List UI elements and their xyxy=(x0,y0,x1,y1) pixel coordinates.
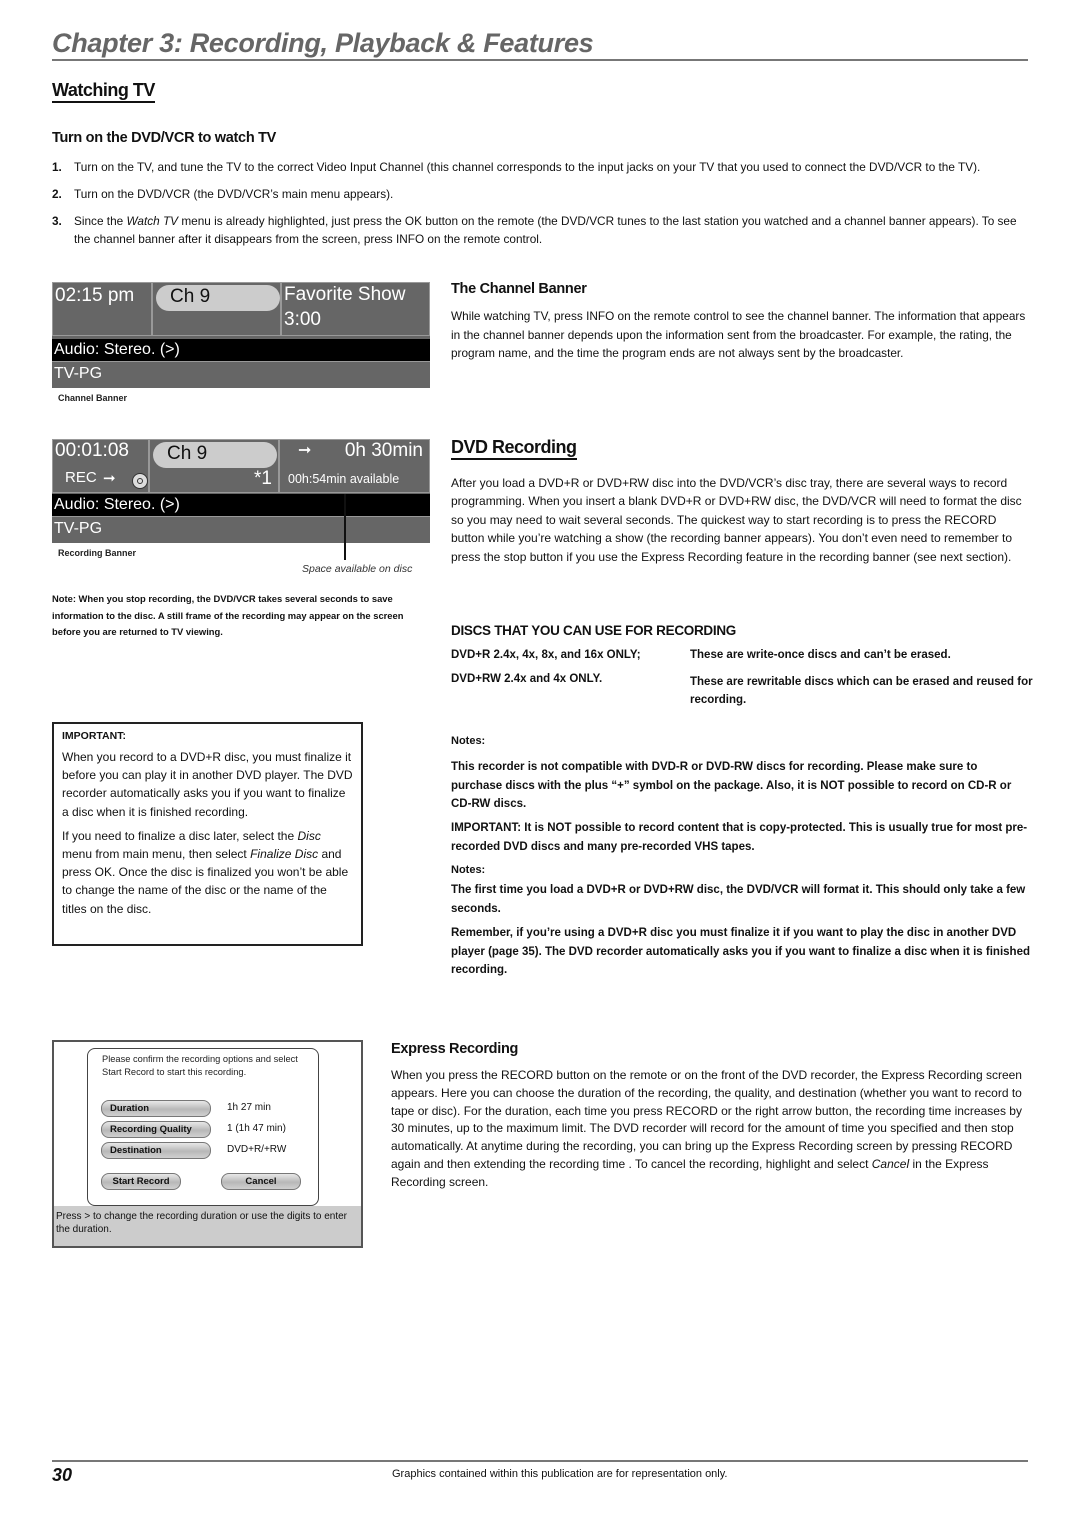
watching-tv-heading-text: Watching TV xyxy=(52,80,155,103)
start-record-button[interactable]: Start Record xyxy=(101,1173,181,1190)
channel-pill: Ch 9 xyxy=(156,285,280,311)
disc-type: DVD+R 2.4x, 4x, 8x, and 16x ONLY; xyxy=(451,649,641,661)
important-p2-finalize: Finalize Disc xyxy=(250,847,319,862)
rec-marker: *1 xyxy=(254,468,272,489)
express-prompt: Please confirm the recording options and… xyxy=(102,1054,298,1077)
time-cell: 02:15 pm xyxy=(52,282,152,336)
steps-list: 1. Turn on the TV, and tune the TV to th… xyxy=(52,158,1027,257)
recording-banner-graphic: 00:01:08 REC ➞ Ch 9 *1 ➞ 0h 30min 00h:54… xyxy=(52,439,430,543)
recording-quality-button[interactable]: Recording Quality xyxy=(101,1121,211,1138)
step-2: 2. Turn on the DVD/VCR (the DVD/VCR’s ma… xyxy=(52,185,1027,203)
rec-banner-rating: TV-PG xyxy=(52,516,430,542)
step-number: 1. xyxy=(52,160,62,174)
elapsed-cell: 00:01:08 REC ➞ xyxy=(52,439,149,493)
banner-time: 02:15 pm xyxy=(55,285,135,306)
express-body-cancel: Cancel xyxy=(871,1156,910,1171)
destination-button[interactable]: Destination xyxy=(101,1142,211,1159)
disc-desc: These are write-once discs and can’t be … xyxy=(690,649,951,661)
important-box: IMPORTANT: When you record to a DVD+R di… xyxy=(52,722,363,946)
footer-rule xyxy=(52,1460,1028,1462)
important-p1: When you record to a DVD+R disc, you mus… xyxy=(62,750,353,819)
disc-row: DVD+RW 2.4x and 4x ONLY. These are rewri… xyxy=(451,673,1036,713)
express-dialog: Please confirm the recording options and… xyxy=(87,1048,319,1206)
notes-label-2: Notes: xyxy=(451,864,486,876)
disc-icon xyxy=(132,473,148,489)
step-3: 3. Since the Watch TV menu is already hi… xyxy=(52,212,1027,248)
rec-channel-cell: Ch 9 *1 xyxy=(149,439,279,493)
recording-note: Note: When you stop recording, the DVD/V… xyxy=(52,593,404,637)
important-p2: If you need to finalize a disc later, se… xyxy=(62,827,353,918)
note-compat: This recorder is not compatible with DVD… xyxy=(451,761,1012,810)
callout-line xyxy=(344,494,346,560)
important-p2-a: If you need to finalize a disc later, se… xyxy=(62,828,298,843)
notes-label-1: Notes: xyxy=(451,735,486,747)
express-recording-screen: Please confirm the recording options and… xyxy=(52,1040,363,1248)
banner-end-time: 3:00 xyxy=(284,309,321,330)
discs-heading: DISCS THAT YOU CAN USE FOR RECORDING xyxy=(451,623,736,638)
discs-table: DVD+R 2.4x, 4x, 8x, and 16x ONLY; These … xyxy=(451,649,1036,713)
step-text-a: Since the xyxy=(74,214,127,228)
banner-rating: TV-PG xyxy=(52,361,430,387)
disc-row: DVD+R 2.4x, 4x, 8x, and 16x ONLY; These … xyxy=(451,649,1036,673)
watching-tv-heading: Watching TV xyxy=(52,80,155,103)
duration-button[interactable]: Duration xyxy=(101,1100,211,1117)
banner-elapsed: 00:01:08 xyxy=(55,440,129,461)
express-body-a: When you press the RECORD button on the … xyxy=(391,1068,1022,1171)
program-cell: Favorite Show 3:00 xyxy=(281,282,430,336)
express-footer-hint: Press > to change the recording duration… xyxy=(54,1206,361,1246)
duration-cell: ➞ 0h 30min 00h:54min available xyxy=(279,439,430,493)
channel-banner-body: While watching TV, press INFO on the rem… xyxy=(451,309,1026,360)
rec-available: 00h:54min available xyxy=(288,472,400,486)
arrow-right-icon: ➞ xyxy=(103,470,116,487)
page-number: 30 xyxy=(52,1465,73,1485)
destination-value: DVD+R/+RW xyxy=(227,1144,287,1155)
step-number: 3. xyxy=(52,214,62,228)
important-p2-b: menu from main menu, then select xyxy=(62,847,251,862)
channel-banner-graphic: 02:15 pm Ch 9 Favorite Show 3:00 Audio: … xyxy=(52,282,430,388)
disc-desc: These are rewritable discs which can be … xyxy=(690,676,1033,706)
channel-banner-heading: The Channel Banner xyxy=(451,281,587,297)
dvd-recording-heading-text: DVD Recording xyxy=(451,437,577,460)
important-p2-disc: Disc xyxy=(297,828,321,843)
banner-program: Favorite Show xyxy=(284,284,406,305)
note-finalize: Remember, if you’re using a DVD+R disc y… xyxy=(451,927,1030,976)
rec-banner-audio: Audio: Stereo. (>) xyxy=(52,494,430,516)
note-format: The first time you load a DVD+R or DVD+R… xyxy=(451,884,1026,915)
chapter-rule xyxy=(52,59,1028,61)
banner-rec-label: REC xyxy=(65,469,97,486)
channel-pill: Ch 9 xyxy=(153,442,277,468)
step-number: 2. xyxy=(52,187,62,201)
rec-duration: 0h 30min xyxy=(344,440,423,461)
turn-on-subheading: Turn on the DVD/VCR to watch TV xyxy=(52,130,277,146)
footer-note: Graphics contained within this publicati… xyxy=(392,1468,728,1480)
express-recording-heading: Express Recording xyxy=(391,1041,519,1057)
duration-arrow-icon: ➞ xyxy=(298,442,312,459)
cancel-button[interactable]: Cancel xyxy=(221,1173,301,1190)
rec-banner-channel: Ch 9 xyxy=(167,443,208,464)
step-text-b: menu is already highlighted, just press … xyxy=(74,214,1017,246)
step-text: Turn on the DVD/VCR (the DVD/VCR’s main … xyxy=(74,187,394,201)
recording-banner-caption: Recording Banner xyxy=(58,548,137,558)
step-text-italic: Watch TV xyxy=(126,214,179,228)
banner-audio: Audio: Stereo. (>) xyxy=(52,339,430,361)
dvd-recording-heading: DVD Recording xyxy=(451,437,577,460)
banner-channel: Ch 9 xyxy=(170,286,211,307)
recording-quality-value: 1 (1h 47 min) xyxy=(227,1123,286,1134)
disc-type: DVD+RW 2.4x and 4x ONLY. xyxy=(451,673,603,685)
dvd-recording-body: After you load a DVD+R or DVD+RW disc in… xyxy=(451,476,1022,564)
express-recording-body: When you press the RECORD button on the … xyxy=(391,1067,1036,1192)
duration-value: 1h 27 min xyxy=(227,1102,271,1113)
step-1: 1. Turn on the TV, and tune the TV to th… xyxy=(52,158,1027,176)
chapter-title: Chapter 3: Recording, Playback & Feature… xyxy=(52,28,594,58)
space-available-callout: Space available on disc xyxy=(302,563,413,575)
important-label: IMPORTANT: xyxy=(62,730,126,742)
channel-cell: Ch 9 xyxy=(152,282,281,336)
channel-banner-caption: Channel Banner xyxy=(58,393,128,403)
note-copy-protected: IMPORTANT: It is NOT possible to record … xyxy=(451,822,1028,853)
step-text: Turn on the TV, and tune the TV to the c… xyxy=(74,160,981,174)
